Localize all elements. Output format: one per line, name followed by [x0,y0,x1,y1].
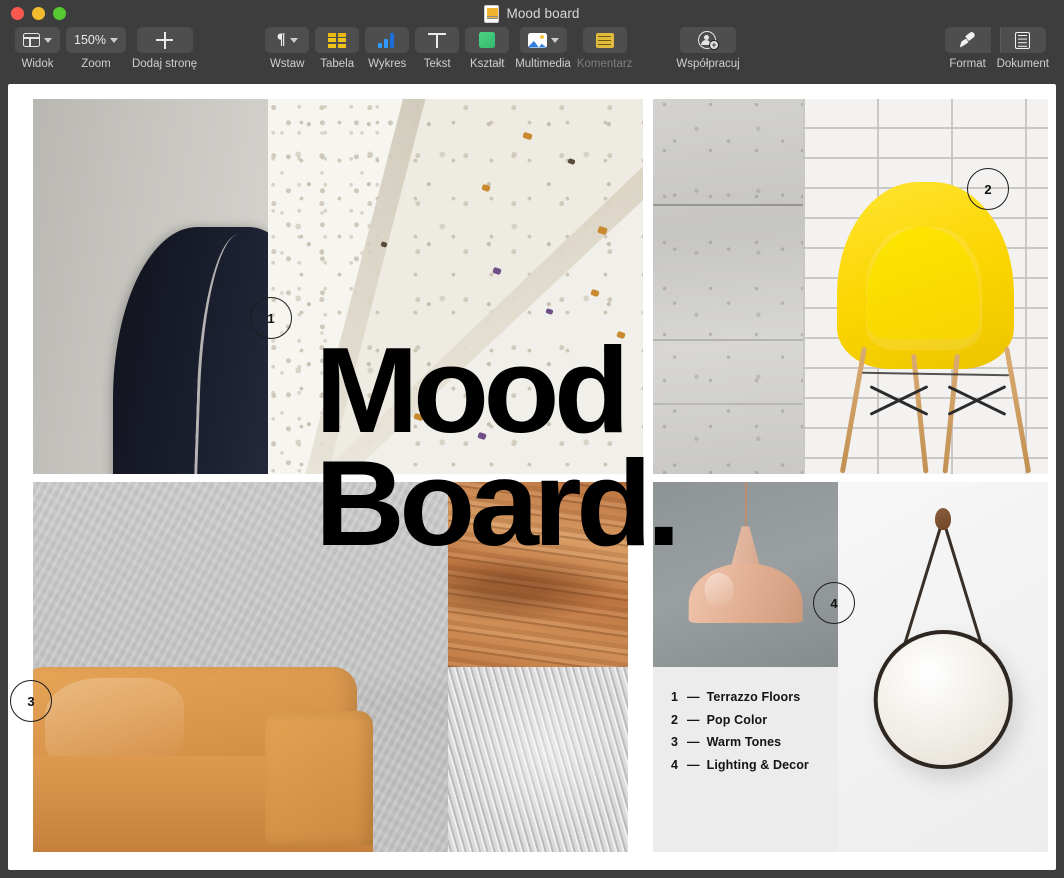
toolbar-label-insert: Wstaw [270,58,305,70]
document-page[interactable]: 1 — Terrazzo Floors 2 — Pop Color 3 — [8,84,1056,870]
toolbar-label-table: Tabela [320,58,354,70]
chevron-down-icon [110,38,118,43]
artwork [33,99,268,474]
document-icon [1015,32,1030,49]
canvas-area[interactable]: 1 — Terrazzo Floors 2 — Pop Color 3 — [0,84,1064,878]
window-title-group: Mood board [0,0,1064,27]
toolbar-item-table[interactable]: Tabela [312,27,362,70]
legend-list: 1 — Terrazzo Floors 2 — Pop Color 3 — [653,667,838,852]
pilcrow-icon: ¶ [277,32,286,48]
toolbar-label-chart: Wykres [368,58,406,70]
toolbar-group-insert: ¶ Wstaw Tabela Wykres [262,27,635,70]
shape-icon [479,32,495,48]
legend-dash: — [687,759,700,772]
toolbar-label-media: Multimedia [515,58,571,70]
legend-label: Terrazzo Floors [707,691,801,704]
comment-icon [596,33,614,48]
minimize-button[interactable] [32,7,45,20]
toolbar-label-view: Widok [22,58,54,70]
image-dark-chair[interactable] [33,99,268,474]
legend-item: 1 — Terrazzo Floors [671,691,838,704]
toolbar-label-zoom: Zoom [81,58,110,70]
legend-label: Pop Color [707,714,768,727]
artwork [448,667,628,852]
toolbar-group-collaborate: + Współpracuj [673,27,742,70]
window-title: Mood board [506,6,579,21]
toolbar-item-document[interactable]: Dokument [994,27,1052,70]
badge-1[interactable]: 1 [250,297,292,339]
badge-3[interactable]: 3 [10,680,52,722]
chevron-down-icon [551,38,559,43]
page-title[interactable]: Mood Board. [315,334,675,561]
legend-item: 3 — Warm Tones [671,736,838,749]
artwork [653,99,803,474]
close-button[interactable] [11,7,24,20]
toolbar-item-view[interactable]: Widok [12,27,63,70]
toolbar-item-shape[interactable]: Kształt [462,27,512,70]
toolbar-label-comment: Komentarz [577,58,633,70]
badge-4[interactable]: 4 [813,582,855,624]
legend-item: 2 — Pop Color [671,714,838,727]
image-yellow-chair[interactable] [803,99,1048,474]
legend-number: 3 [671,736,680,749]
legend-label: Warm Tones [707,736,782,749]
zoom-level-value: 150% [74,33,106,47]
toolbar-item-chart[interactable]: Wykres [362,27,412,70]
image-round-mirror[interactable] [838,482,1048,852]
toolbar: Widok 150% Zoom Dodaj stronę ¶ [0,27,1064,84]
artwork [838,482,1048,852]
collaborate-icon: + [698,31,718,49]
toolbar-item-text[interactable]: Tekst [412,27,462,70]
legend-label: Lighting & Decor [707,759,809,772]
plus-icon [156,32,173,49]
legend-dash: — [687,714,700,727]
legend-item: 4 — Lighting & Decor [671,759,838,772]
toolbar-label-format: Format [949,58,985,70]
toolbar-item-comment[interactable]: Komentarz [574,27,636,70]
window-controls [0,7,66,20]
media-image-icon [528,33,547,48]
toolbar-item-format[interactable]: Format [942,27,994,70]
table-icon [328,33,346,48]
legend-dash: — [687,736,700,749]
legend-number: 1 [671,691,680,704]
artwork [803,99,1048,474]
toolbar-label-collaborate: Współpracuj [676,58,739,70]
legend-number: 4 [671,759,680,772]
titlebar: Mood board [0,0,1064,27]
image-fur-rug[interactable] [448,667,628,852]
bar-chart-icon [378,33,396,48]
legend-dash: — [687,691,700,704]
artwork [653,482,838,667]
chevron-down-icon [290,38,298,43]
toolbar-group-right: Format Dokument [942,27,1052,70]
toolbar-label-text: Tekst [424,58,451,70]
pages-document-icon [484,5,499,23]
legend-number: 2 [671,714,680,727]
pages-window: Mood board Widok 150% Zoom [0,0,1064,878]
chevron-down-icon [44,38,52,43]
image-concrete-wall[interactable] [653,99,803,474]
legend-panel: 1 — Terrazzo Floors 2 — Pop Color 3 — [653,667,838,852]
text-t-icon [428,33,446,48]
format-brush-icon [959,32,977,49]
image-pendant-lamp[interactable] [653,482,838,667]
maximize-button[interactable] [53,7,66,20]
toolbar-item-zoom[interactable]: 150% Zoom [63,27,129,70]
toolbar-item-media[interactable]: Multimedia [512,27,574,70]
toolbar-item-insert[interactable]: ¶ Wstaw [262,27,312,70]
toolbar-label-add-page: Dodaj stronę [132,58,197,70]
toolbar-item-add-page[interactable]: Dodaj stronę [129,27,200,70]
toolbar-item-collaborate[interactable]: + Współpracuj [673,27,742,70]
toolbar-label-document: Dokument [997,58,1049,70]
toolbar-label-shape: Kształt [470,58,505,70]
badge-2[interactable]: 2 [967,168,1009,210]
toolbar-group-left: Widok 150% Zoom Dodaj stronę [12,27,200,70]
view-icon [23,33,40,47]
